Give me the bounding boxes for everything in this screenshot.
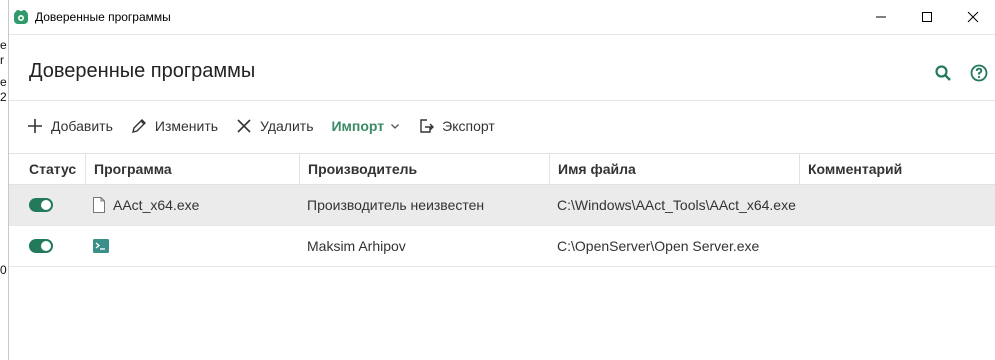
status-toggle[interactable] [29,239,53,253]
table-row[interactable]: Maksim Arhipov C:\OpenServer\Open Server… [9,226,995,267]
import-button[interactable]: Импорт [331,118,400,134]
export-icon [420,119,435,133]
bg-char: e [0,38,7,52]
maximize-icon [922,12,932,22]
edit-button[interactable]: Изменить [131,118,218,134]
plus-icon [28,119,42,133]
add-button[interactable]: Добавить [27,118,113,134]
vendor-cell: Maksim Arhipov [307,238,406,254]
toolbar: Добавить Изменить Удалить Импорт Экспорт [27,112,513,140]
header-divider [9,100,995,101]
maximize-button[interactable] [904,0,950,34]
import-label: Импорт [331,118,385,134]
programs-table: Статус Программа Производитель Имя файла… [9,153,995,267]
minimize-button[interactable] [858,0,904,34]
delete-label: Удалить [260,118,314,134]
filename-cell: C:\Windows\AAct_Tools\AAct_x64.exe [557,197,796,213]
export-label: Экспорт [442,118,495,134]
comment-cell [799,185,995,225]
program-name: AAct_x64.exe [113,197,200,213]
filename-cell: C:\OpenServer\Open Server.exe [557,238,760,254]
bg-char: 2 [0,90,7,104]
col-status[interactable]: Статус [9,154,85,184]
help-icon[interactable] [970,64,988,82]
chevron-down-icon [391,124,400,129]
col-program[interactable]: Программа [85,154,299,184]
export-button[interactable]: Экспорт [418,118,495,134]
minimize-icon [876,16,886,18]
bg-char: 0 [0,263,7,277]
table-header: Статус Программа Производитель Имя файла… [9,153,995,185]
x-icon [237,119,251,133]
col-comment[interactable]: Комментарий [799,154,995,184]
edit-label: Изменить [154,118,219,134]
page-title: Доверенные программы [29,60,256,82]
close-icon [967,11,979,23]
close-button[interactable] [950,0,995,34]
bg-char: e [0,75,7,89]
add-label: Добавить [51,118,113,134]
table-row[interactable]: AAct_x64.exe Производитель неизвестен C:… [9,185,995,226]
terminal-icon [93,239,109,253]
trusted-programs-window: Доверенные программы Доверенные программ… [8,0,995,360]
pencil-icon [131,119,146,133]
file-icon [93,197,105,213]
bg-char: r [0,53,4,67]
search-icon[interactable] [934,64,952,82]
vendor-cell: Производитель неизвестен [307,197,485,213]
status-toggle[interactable] [29,198,53,212]
title-bar[interactable]: Доверенные программы [9,0,995,35]
window-title: Доверенные программы [35,10,171,24]
delete-button[interactable]: Удалить [236,118,313,134]
comment-cell [799,226,995,266]
col-vendor[interactable]: Производитель [299,154,549,184]
col-filename[interactable]: Имя файла [549,154,799,184]
app-logo-icon [14,10,28,24]
